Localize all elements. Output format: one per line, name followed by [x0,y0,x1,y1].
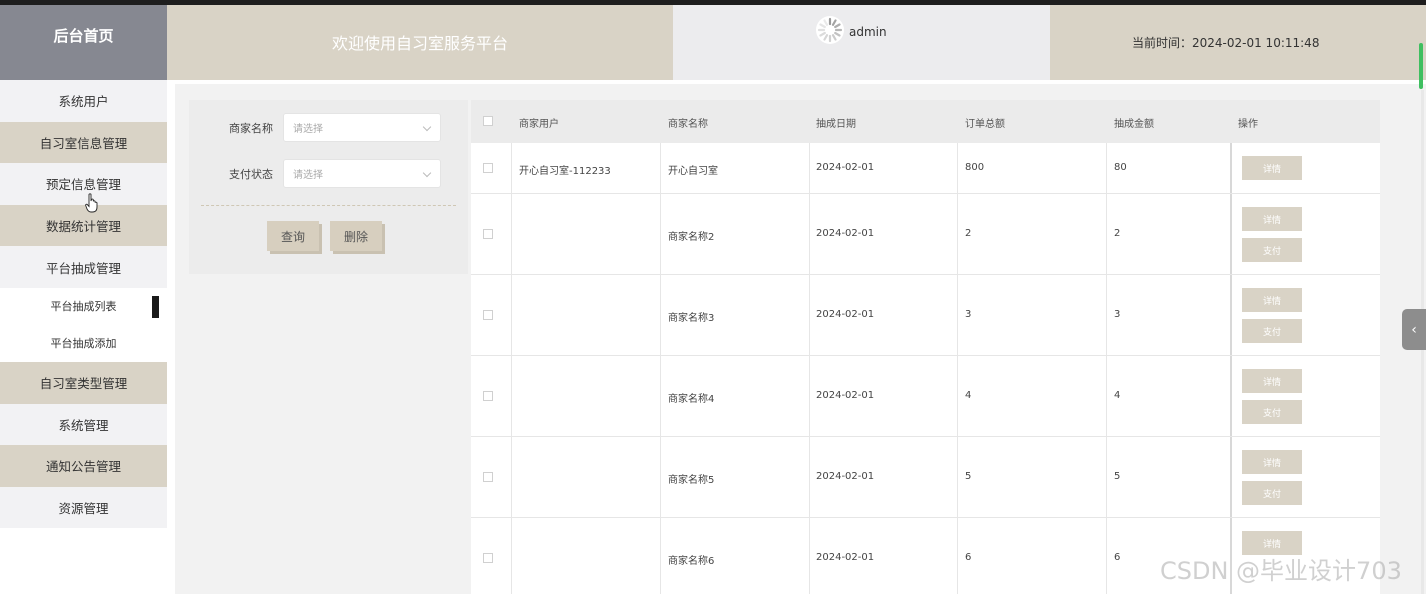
cell-merchant-name: 开心自习室 [668,166,718,177]
watermark: CSDN @毕业设计703 [1160,557,1402,585]
pay-status-placeholder: 请选择 [293,170,323,181]
cell-commission: 6 [1114,552,1121,563]
pay-status-select[interactable]: 请选择 [283,159,441,188]
user-area: admin [673,5,1050,80]
sidebar-subitem-label: 平台抽成列表 [50,300,117,314]
cell-total: 800 [965,162,985,173]
sidebar-subitem-commission-add[interactable]: 平台抽成添加 [0,324,167,362]
col-actions: 操作 [1238,119,1258,130]
cell-commission: 4 [1114,390,1121,401]
username-label[interactable]: admin [849,25,887,39]
sidebar-item-system-users[interactable]: 系统用户 [0,80,167,122]
cell-commission: 5 [1114,471,1121,482]
pay-status-label: 支付状态 [229,168,273,181]
search-panel: 商家名称 请选择 支付状态 请选择 查询 删除 [189,100,468,274]
detail-button[interactable]: 详情 [1242,369,1302,393]
chevron-left-icon: ‹ [1411,321,1417,338]
chevron-down-icon [422,168,432,178]
row-checkbox[interactable] [483,553,493,563]
cell-date: 2024-02-01 [816,390,875,401]
detail-button[interactable]: 详情 [1242,450,1302,474]
merchant-name-label: 商家名称 [229,122,273,135]
detail-button[interactable]: 详情 [1242,288,1302,312]
col-merchant-user: 商家用户 [519,119,559,130]
active-marker [152,295,159,318]
cell-merchant-user: 开心自习室-112233 [519,166,611,177]
merchant-name-select[interactable]: 请选择 [283,113,441,142]
pay-button[interactable]: 支付 [1242,400,1302,424]
hand-cursor-icon [85,193,98,213]
detail-button[interactable]: 详情 [1242,207,1302,231]
pay-button[interactable]: 支付 [1242,319,1302,343]
query-button[interactable]: 查询 [267,221,319,251]
sidebar-item-reservation-info[interactable]: 预定信息管理 [0,163,167,205]
col-order-total: 订单总额 [965,119,1005,130]
cell-total: 4 [965,390,972,401]
pay-button[interactable]: 支付 [1242,238,1302,262]
commission-table: 商家用户 商家名称 抽成日期 订单总额 抽成金额 操作 开心自习室-112233… [471,100,1380,594]
col-merchant-name: 商家名称 [668,119,708,130]
col-commission-amount: 抽成金额 [1114,119,1154,130]
cell-merchant-name: 商家名称6 [668,556,715,567]
cell-total: 2 [965,228,972,239]
table-row[interactable]: 开心自习室-112233 开心自习室 2024-02-01 800 80 详情 [471,143,1380,194]
detail-button[interactable]: 详情 [1242,156,1302,180]
row-checkbox[interactable] [483,163,493,173]
loading-avatar-icon[interactable] [816,16,844,44]
cell-commission: 3 [1114,309,1121,320]
row-checkbox[interactable] [483,391,493,401]
cell-merchant-name: 商家名称2 [668,232,715,243]
cell-commission: 80 [1114,162,1127,173]
pay-button[interactable]: 支付 [1242,481,1302,505]
sidebar: 系统用户 自习室信息管理 预定信息管理 数据统计管理 平台抽成管理 平台抽成列表… [0,80,167,594]
current-time: 当前时间：2024-02-01 10:11:48 [1050,5,1426,80]
table-row[interactable]: 商家名称2 2024-02-01 2 2 详情 支付 [471,194,1380,275]
table-row[interactable]: 商家名称4 2024-02-01 4 4 详情 支付 [471,356,1380,437]
cell-merchant-name: 商家名称3 [668,313,715,324]
sidebar-item-platform-commission[interactable]: 平台抽成管理 [0,246,167,288]
col-commission-date: 抽成日期 [816,119,856,130]
cell-merchant-name: 商家名称5 [668,475,715,486]
cell-merchant-name: 商家名称4 [668,394,715,405]
cell-date: 2024-02-01 [816,471,875,482]
welcome-banner: 欢迎使用自习室服务平台 [167,5,673,80]
sidebar-item-data-statistics[interactable]: 数据统计管理 [0,204,167,247]
cell-commission: 2 [1114,228,1121,239]
sidebar-item-announcements[interactable]: 通知公告管理 [0,445,167,487]
sidebar-item-study-room-info[interactable]: 自习室信息管理 [0,121,167,164]
sidebar-item-resources[interactable]: 资源管理 [0,486,167,529]
row-checkbox[interactable] [483,310,493,320]
cell-total: 5 [965,471,972,482]
cell-date: 2024-02-01 [816,552,875,563]
select-all-checkbox[interactable] [483,116,493,126]
row-checkbox[interactable] [483,229,493,239]
table-header: 商家用户 商家名称 抽成日期 订单总额 抽成金额 操作 [471,100,1380,143]
header: 后台首页 欢迎使用自习室服务平台 admin 当前时间：2024-02-01 1… [0,5,1426,80]
cell-date: 2024-02-01 [816,228,875,239]
divider [201,205,456,206]
cell-date: 2024-02-01 [816,162,875,173]
cell-total: 3 [965,309,972,320]
side-panel-toggle[interactable]: ‹ [1402,309,1426,350]
cell-date: 2024-02-01 [816,309,875,320]
chevron-down-icon [422,122,432,132]
cell-total: 6 [965,552,972,563]
merchant-name-placeholder: 请选择 [293,124,323,135]
sidebar-item-room-type[interactable]: 自习室类型管理 [0,361,167,404]
table-row[interactable]: 商家名称3 2024-02-01 3 3 详情 支付 [471,275,1380,356]
brand-home[interactable]: 后台首页 [0,5,167,80]
sidebar-subitem-label: 平台抽成添加 [50,337,117,351]
page-scrollbar-thumb[interactable] [1419,43,1423,89]
delete-button[interactable]: 删除 [330,221,382,251]
sidebar-item-system-management[interactable]: 系统管理 [0,403,167,446]
row-checkbox[interactable] [483,472,493,482]
sidebar-subitem-commission-list[interactable]: 平台抽成列表 [0,287,167,325]
table-row[interactable]: 商家名称5 2024-02-01 5 5 详情 支付 [471,437,1380,518]
